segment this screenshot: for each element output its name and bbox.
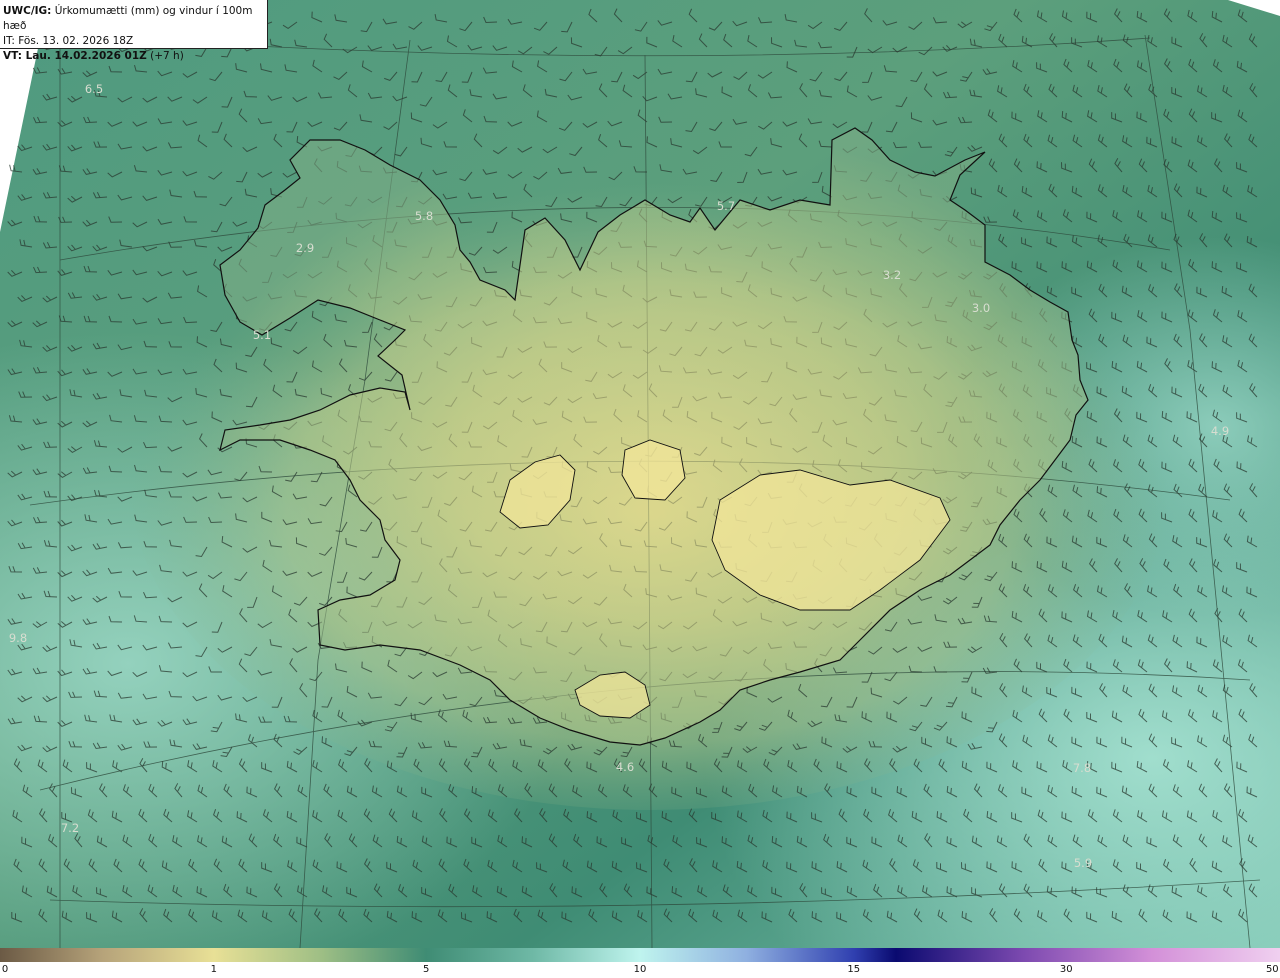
map-value-label: 5.8: [414, 209, 434, 223]
map-value-label: 4.6: [615, 760, 635, 774]
map-header: UWC/IG: Úrkomumætti (mm) og vindur í 100…: [0, 0, 268, 62]
colorbar-tick-label: 5: [423, 964, 430, 975]
map-value-label: 6.5: [84, 82, 104, 96]
map-value-label: 7.2: [60, 821, 80, 835]
map-value-label: 4.9: [1210, 424, 1230, 438]
initial-time: IT: Fös. 13. 02. 2026 18Z: [3, 35, 134, 47]
map-value-label: 5.9: [1073, 856, 1093, 870]
product-title: UWC/IG: Úrkomumætti (mm) og vindur í 100…: [3, 5, 253, 32]
colorbar-ticks: 0 1 5 10 15 30 50: [0, 962, 1280, 978]
map-value-label: 9.8: [8, 631, 28, 645]
colorbar-tick-label: 10: [633, 964, 647, 975]
precipitation-colorbar: [0, 948, 1280, 962]
map-value-label: 5.1: [252, 328, 272, 342]
map-value-label: 2.9: [295, 241, 315, 255]
valid-time: VT: Lau. 14.02.2026 01Z (+7 h): [3, 50, 184, 62]
map-value-label: 3.0: [971, 301, 991, 315]
colorbar-tick-label: 50: [1265, 964, 1279, 975]
map-value-label: 3.2: [882, 268, 902, 282]
map-value-label: 5.7: [716, 199, 736, 213]
precipitation-map: [0, 0, 1280, 948]
colorbar-tick-label: 15: [847, 964, 861, 975]
colorbar-tick-label: 1: [210, 964, 217, 975]
colorbar-tick-label: 0: [1, 964, 9, 975]
map-value-label: 7.8: [1072, 761, 1092, 775]
colorbar-tick-label: 30: [1059, 964, 1073, 975]
